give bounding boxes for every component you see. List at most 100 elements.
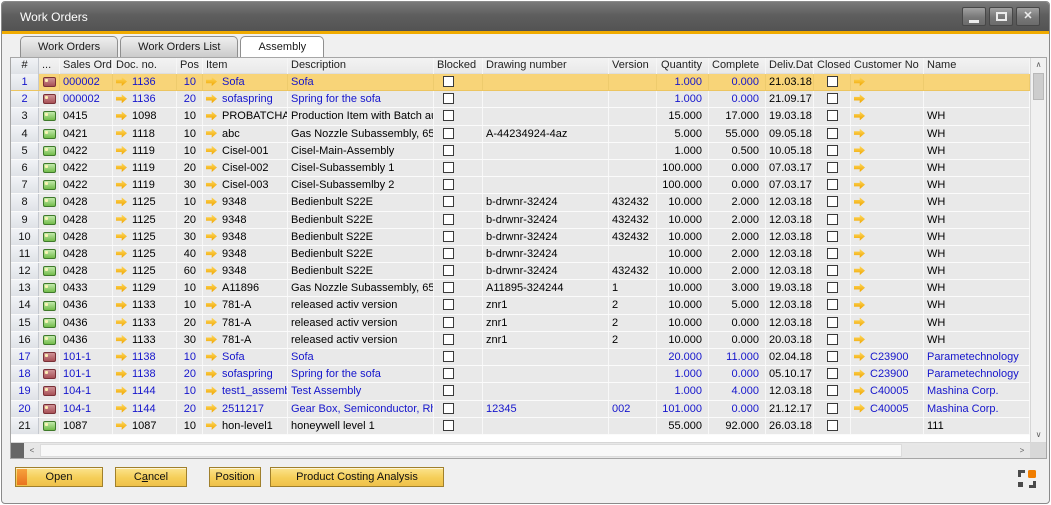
link-arrow-icon[interactable] <box>116 94 127 103</box>
link-arrow-icon[interactable] <box>854 266 865 275</box>
row-number[interactable]: 3 <box>11 108 39 124</box>
scroll-right-icon[interactable] <box>1014 443 1030 457</box>
link-arrow-icon[interactable] <box>854 77 865 86</box>
link-arrow-icon[interactable] <box>854 94 865 103</box>
link-arrow-icon[interactable] <box>206 300 217 309</box>
link-text[interactable]: 1136 <box>132 93 156 105</box>
blocked-checkbox[interactable] <box>443 214 454 225</box>
open-button[interactable]: Open <box>15 467 103 487</box>
link-arrow-icon[interactable] <box>206 146 217 155</box>
closed-checkbox[interactable] <box>827 368 838 379</box>
link-arrow-icon[interactable] <box>854 180 865 189</box>
link-arrow-icon[interactable] <box>854 318 865 327</box>
closed-checkbox[interactable] <box>827 334 838 345</box>
table-row[interactable]: 1004281125309348Bedienbult S22Eb-drwnr-3… <box>11 229 1030 246</box>
blocked-checkbox[interactable] <box>443 162 454 173</box>
table-row[interactable]: 18101-1113820sofaspringSpring for the so… <box>11 366 1030 383</box>
link-arrow-icon[interactable] <box>116 197 127 206</box>
link-text[interactable]: 1138 <box>132 351 156 363</box>
column-header-pos[interactable]: Pos <box>177 58 203 74</box>
row-number[interactable]: 17 <box>11 349 39 365</box>
link-text[interactable]: C23900 <box>870 368 909 380</box>
column-header-cmp[interactable]: Complete <box>709 58 766 74</box>
link-text[interactable]: 1133 <box>132 299 156 311</box>
table-row[interactable]: 150436113320781-Areleased activ versionz… <box>11 315 1030 332</box>
blocked-checkbox[interactable] <box>443 93 454 104</box>
link-arrow-icon[interactable] <box>854 386 865 395</box>
link-arrow-icon[interactable] <box>116 111 127 120</box>
table-row[interactable]: 904281125209348Bedienbult S22Eb-drwnr-32… <box>11 212 1030 229</box>
column-header-doc[interactable]: Doc. no. <box>113 58 177 74</box>
link-text[interactable]: 9348 <box>222 248 246 260</box>
blocked-checkbox[interactable] <box>443 317 454 328</box>
table-row[interactable]: 19104-1114410test1_assemblTest Assembly1… <box>11 383 1030 400</box>
closed-checkbox[interactable] <box>827 196 838 207</box>
cancel-button[interactable]: Cancel <box>115 467 187 487</box>
link-text[interactable]: C40005 <box>870 385 909 397</box>
link-arrow-icon[interactable] <box>854 352 865 361</box>
horizontal-scroll-thumb[interactable] <box>40 444 902 457</box>
column-header-n[interactable]: # <box>11 58 39 74</box>
link-arrow-icon[interactable] <box>116 232 127 241</box>
link-arrow-icon[interactable] <box>116 386 127 395</box>
blocked-checkbox[interactable] <box>443 145 454 156</box>
row-number[interactable]: 14 <box>11 297 39 313</box>
row-number[interactable]: 10 <box>11 229 39 245</box>
column-header-closed[interactable]: Closed <box>814 58 851 74</box>
link-arrow-icon[interactable] <box>206 266 217 275</box>
link-arrow-icon[interactable] <box>116 163 127 172</box>
link-arrow-icon[interactable] <box>116 266 127 275</box>
closed-checkbox[interactable] <box>827 265 838 276</box>
closed-checkbox[interactable] <box>827 403 838 414</box>
scroll-left-icon[interactable] <box>24 443 40 457</box>
row-number[interactable]: 8 <box>11 194 39 210</box>
row-number[interactable]: 21 <box>11 418 39 434</box>
blocked-checkbox[interactable] <box>443 368 454 379</box>
link-arrow-icon[interactable] <box>854 335 865 344</box>
link-text[interactable]: sofaspring <box>222 93 273 105</box>
link-arrow-icon[interactable] <box>854 283 865 292</box>
closed-checkbox[interactable] <box>827 248 838 259</box>
table-row[interactable]: 17101-1113810SofaSofa20.00011.00002.04.1… <box>11 349 1030 366</box>
closed-checkbox[interactable] <box>827 93 838 104</box>
row-number[interactable]: 16 <box>11 332 39 348</box>
link-text[interactable]: 1119 <box>132 179 155 191</box>
table-row[interactable]: 1104281125409348Bedienbult S22Eb-drwnr-3… <box>11 246 1030 263</box>
link-arrow-icon[interactable] <box>116 146 127 155</box>
row-number[interactable]: 5 <box>11 143 39 159</box>
row-number[interactable]: 19 <box>11 383 39 399</box>
product-costing-analysis-button[interactable]: Product Costing Analysis <box>270 467 444 487</box>
row-number[interactable]: 9 <box>11 212 39 228</box>
minimize-button[interactable] <box>962 7 986 26</box>
link-arrow-icon[interactable] <box>206 94 217 103</box>
row-number[interactable]: 11 <box>11 246 39 262</box>
link-arrow-icon[interactable] <box>854 232 865 241</box>
link-text[interactable]: Sofa <box>222 351 245 363</box>
closed-checkbox[interactable] <box>827 385 838 396</box>
tab-assembly[interactable]: Assembly <box>240 36 324 57</box>
link-arrow-icon[interactable] <box>116 369 127 378</box>
link-text[interactable]: 9348 <box>222 196 246 208</box>
blocked-checkbox[interactable] <box>443 179 454 190</box>
table-row[interactable]: 140436113310781-Areleased activ versionz… <box>11 297 1030 314</box>
row-number[interactable]: 6 <box>11 160 39 176</box>
link-arrow-icon[interactable] <box>854 249 865 258</box>
vertical-scrollbar[interactable] <box>1030 58 1046 442</box>
link-text[interactable]: PROBATCHA <box>222 110 288 122</box>
table-row[interactable]: 20104-11144202511217Gear Box, Semiconduc… <box>11 401 1030 418</box>
closed-checkbox[interactable] <box>827 76 838 87</box>
link-text[interactable]: test1_assembl <box>222 385 288 397</box>
link-text[interactable]: 1119 <box>132 162 155 174</box>
closed-checkbox[interactable] <box>827 145 838 156</box>
link-arrow-icon[interactable] <box>206 180 217 189</box>
link-text[interactable]: 1133 <box>132 334 156 346</box>
column-header-icon[interactable]: ... <box>39 58 60 74</box>
row-number[interactable]: 7 <box>11 177 39 193</box>
closed-checkbox[interactable] <box>827 299 838 310</box>
column-header-drw[interactable]: Drawing number <box>483 58 609 74</box>
column-header-item[interactable]: Item <box>203 58 288 74</box>
maximize-button[interactable] <box>989 7 1013 26</box>
closed-checkbox[interactable] <box>827 110 838 121</box>
link-text[interactable]: 9348 <box>222 265 246 277</box>
table-row[interactable]: 70422111930Cisel-003Cisel-Subassemlby 21… <box>11 177 1030 194</box>
